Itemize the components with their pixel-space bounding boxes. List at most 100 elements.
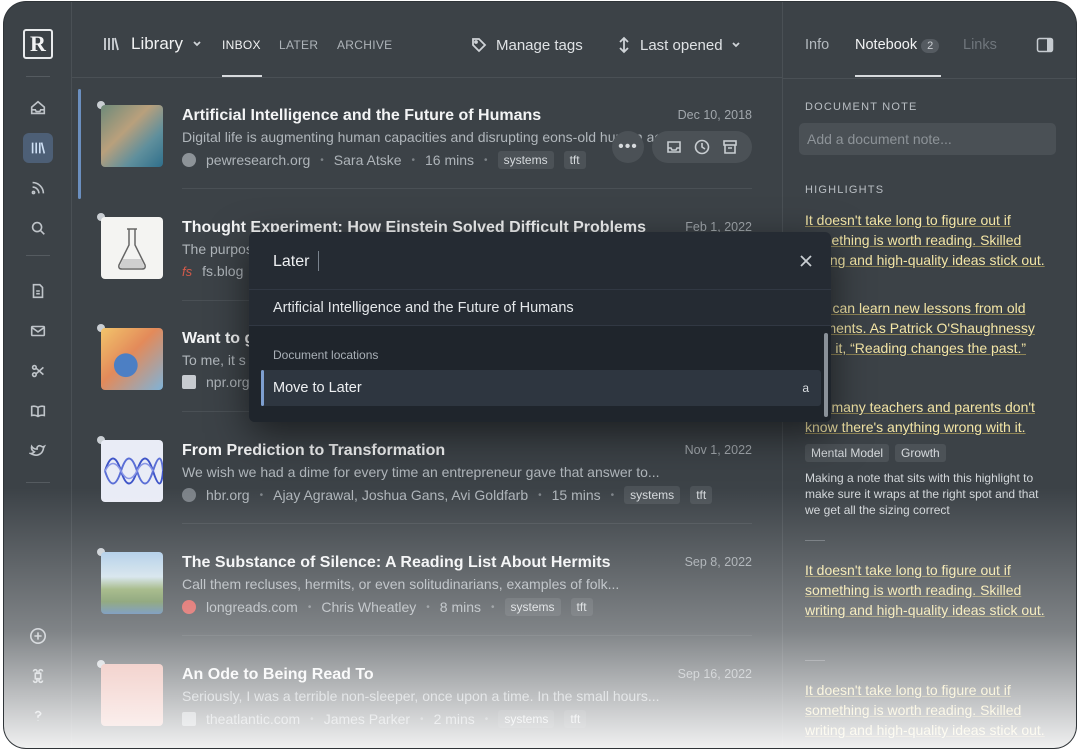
list-item[interactable]: Artificial Intelligence and the Future o… — [72, 79, 782, 199]
rail-divider — [26, 76, 50, 77]
clock-icon[interactable] — [692, 137, 712, 157]
list-item[interactable]: The Substance of Silence: A Reading List… — [72, 526, 782, 636]
document-site: pewresearch.org — [206, 152, 311, 168]
document-description: Seriously, I was a terrible non-sleeper,… — [182, 688, 660, 704]
option-label: Move to Later — [273, 380, 362, 396]
document-note-label: DOCUMENT NOTE — [805, 101, 918, 113]
home-icon[interactable] — [23, 93, 53, 123]
document-site: fs.blog — [202, 263, 244, 279]
highlight-text[interactable]: It doesn't take long to figure out if so… — [805, 680, 1055, 740]
tag-icon — [472, 38, 487, 53]
notebook-count-badge: 2 — [921, 39, 940, 53]
document-author: Ajay Agrawal, Joshua Gans, Avi Goldfarb — [273, 487, 529, 503]
app-logo[interactable]: R — [23, 29, 53, 59]
library-dropdown[interactable]: Library — [102, 34, 202, 54]
document-meta: npr.org — [182, 374, 250, 390]
tab-inbox[interactable]: INBOX — [222, 38, 261, 52]
tab-notebook-label: Notebook — [855, 37, 918, 53]
email-icon[interactable] — [23, 316, 53, 346]
feed-icon[interactable] — [23, 173, 53, 203]
list-item[interactable]: An Ode to Being Read To Sep 16, 2022 Ser… — [72, 638, 782, 748]
highlight-tags: Mental Model Growth — [805, 444, 946, 462]
document-read-time: 2 mins — [433, 711, 475, 727]
document-icon[interactable] — [23, 276, 53, 306]
inbox-icon[interactable] — [664, 137, 684, 157]
tab-info[interactable]: Info — [805, 37, 829, 53]
archive-icon[interactable] — [720, 137, 740, 157]
document-author: Chris Wheatley — [321, 599, 417, 615]
flask-icon — [118, 228, 146, 270]
meta-separator: • — [491, 601, 495, 613]
manage-tags-button[interactable]: Manage tags — [470, 36, 583, 54]
more-options-button[interactable]: ••• — [612, 131, 644, 163]
document-read-time: 8 mins — [439, 599, 482, 615]
active-tab-indicator — [222, 75, 262, 77]
tag-chip[interactable]: Growth — [895, 444, 946, 462]
toggle-panel-icon[interactable] — [1036, 37, 1054, 58]
close-icon[interactable] — [797, 252, 815, 270]
meta-separator: • — [610, 489, 615, 501]
command-icon[interactable] — [23, 661, 53, 691]
highlight-text[interactable]: Too many teachers and parents don't know… — [805, 397, 1055, 437]
chevron-down-icon — [193, 41, 201, 47]
palette-scrollbar[interactable] — [824, 333, 828, 417]
tag-chip[interactable]: tft — [570, 598, 593, 616]
document-title: Artificial Intelligence and the Future o… — [182, 107, 542, 124]
text-cursor — [318, 251, 319, 271]
document-title: From Prediction to Transformation — [182, 442, 446, 459]
sort-dropdown[interactable]: Last opened — [616, 36, 741, 54]
palette-section-label: Document locations — [273, 348, 379, 362]
document-description: We wish we had a dime for every time an … — [182, 464, 660, 480]
tag-chip[interactable]: tft — [564, 710, 587, 728]
twitter-icon[interactable] — [23, 435, 53, 465]
document-meta: hbr.org • Ajay Agrawal, Joshua Gans, Avi… — [182, 486, 713, 504]
move-to-later-option[interactable]: Move to Later a — [261, 370, 821, 406]
tab-notebook[interactable]: Notebook 2 — [855, 37, 940, 53]
highlight-note[interactable]: Making a note that sits with this highli… — [805, 470, 1055, 518]
highlight-divider — [805, 660, 825, 661]
tag-chip[interactable]: systems — [624, 486, 681, 504]
article-thumbnail — [101, 217, 163, 279]
site-favicon-icon — [182, 712, 196, 726]
tag-chip[interactable]: systems — [498, 710, 555, 728]
help-icon[interactable] — [23, 701, 53, 731]
meta-separator: • — [310, 713, 314, 725]
tag-chip[interactable]: systems — [497, 151, 554, 169]
library-icon — [104, 37, 119, 51]
row-divider — [182, 635, 752, 636]
left-rail: R — [4, 2, 72, 748]
meta-separator: • — [307, 601, 312, 613]
article-thumbnail — [101, 105, 163, 167]
command-palette: Artificial Intelligence and the Future o… — [249, 232, 831, 422]
tag-chip[interactable]: systems — [504, 598, 561, 616]
row-divider — [182, 188, 752, 189]
article-thumbnail — [101, 552, 163, 614]
list-item[interactable]: From Prediction to Transformation Nov 1,… — [72, 414, 782, 524]
scissors-icon[interactable] — [23, 356, 53, 386]
site-favicon-icon — [182, 375, 196, 389]
tag-chip[interactable]: tft — [563, 151, 586, 169]
keyboard-shortcut: a — [802, 381, 809, 395]
document-site: theatlantic.com — [206, 711, 301, 727]
tab-archive[interactable]: ARCHIVE — [337, 38, 392, 52]
site-favicon-icon: fs — [182, 263, 193, 279]
highlight-text[interactable]: It doesn't take long to figure out if so… — [805, 210, 1055, 270]
tab-later[interactable]: LATER — [279, 38, 318, 52]
palette-search-input[interactable] — [273, 251, 753, 273]
library-icon[interactable] — [23, 133, 53, 163]
tag-chip[interactable]: Mental Model — [805, 444, 890, 462]
book-icon[interactable] — [23, 396, 53, 426]
highlight-text[interactable]: You can learn new lessons from old momen… — [805, 298, 1055, 358]
meta-separator: • — [484, 713, 489, 725]
tag-chip[interactable]: tft — [690, 486, 713, 504]
document-description: Call them recluses, hermits, or even sol… — [182, 576, 620, 592]
highlight-text[interactable]: It doesn't take long to figure out if so… — [805, 560, 1055, 620]
document-site: hbr.org — [206, 487, 250, 503]
document-note-input[interactable] — [799, 123, 1056, 155]
document-title: Want to g — [182, 330, 255, 347]
meta-separator: • — [320, 154, 324, 166]
app-window: R Library INBOX LATER ARCHIVE Manage tag… — [4, 2, 1076, 748]
add-icon[interactable] — [23, 621, 53, 651]
search-icon[interactable] — [23, 213, 53, 243]
tab-links[interactable]: Links — [963, 37, 997, 53]
